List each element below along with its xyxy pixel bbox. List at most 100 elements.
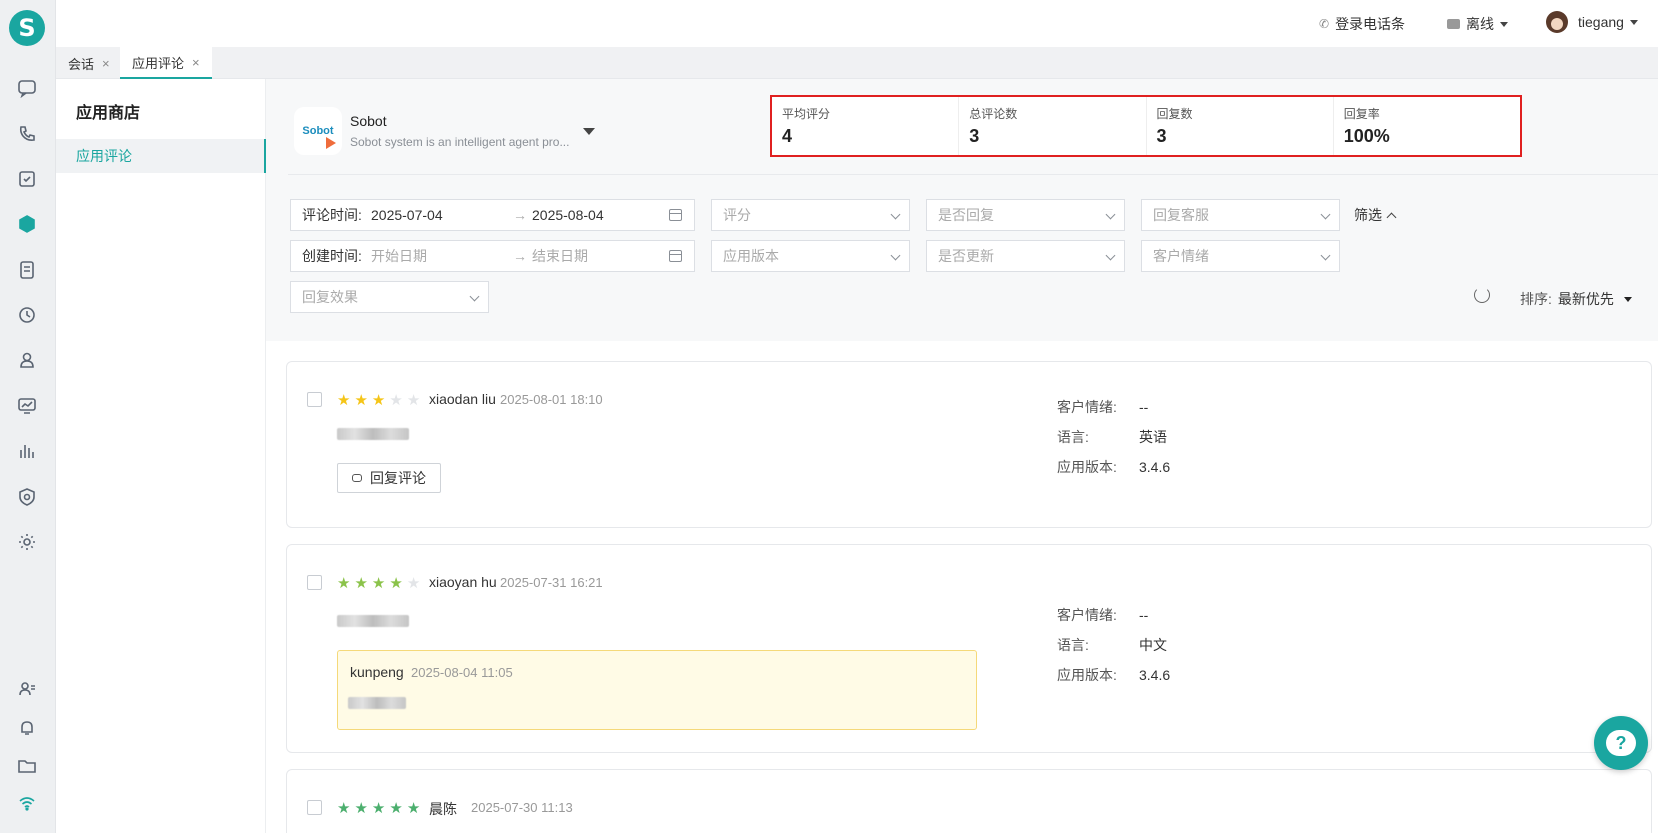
brand-logo-icon[interactable]: S [9,10,45,46]
create-time-range[interactable]: 创建时间: 开始日期 → 结束日期 [290,240,695,272]
status-chat-icon [1447,19,1460,29]
status-dropdown[interactable]: 离线 [1447,14,1508,34]
star-filled-icon: ★ [406,800,421,817]
review-time: 2025-08-01 18:10 [500,392,603,407]
star-filled-icon: ★ [337,392,351,409]
phone-login-button[interactable]: ✆ 登录电话条 [1319,14,1405,34]
tab-app-reviews[interactable]: 应用评论 × [120,47,212,79]
app-logo: Sobot [294,107,342,155]
review-time: 2025-07-31 16:21 [500,575,603,590]
app-description: Sobot system is an intelligent agent pro… [350,135,570,149]
refresh-icon[interactable] [1474,287,1490,303]
chevron-down-icon [1500,21,1508,27]
review-end-date[interactable]: 2025-08-04 [532,207,604,223]
play-store-icon [326,137,336,149]
sentiment-value: -- [1139,607,1149,623]
calendar-icon [669,250,682,262]
app-dropdown-icon[interactable] [583,127,596,135]
phone-login-label: 登录电话条 [1335,16,1406,32]
star-rating: ★ ★ ★ ★ ★ [337,393,420,408]
reply-time: 2025-08-04 11:05 [411,665,513,680]
report-icon[interactable] [15,439,39,463]
agent-status-icon[interactable] [15,677,39,701]
wifi-icon[interactable] [15,791,39,815]
star-filled-icon: ★ [354,575,368,592]
review-meta: 客户情绪: -- 语言: 中文 应用版本: 3.4.6 [1057,600,1170,690]
stat-label: 回复率 [1343,107,1380,121]
review-checkbox[interactable] [307,392,322,407]
phone-icon[interactable] [15,122,39,146]
star-empty-icon: ★ [406,575,421,592]
version-value: 3.4.6 [1139,667,1171,683]
monitor-icon[interactable] [15,394,39,418]
reply-review-button[interactable]: 回复评论 [337,463,441,493]
chevron-up-icon [1386,212,1397,222]
review-checkbox[interactable] [307,575,322,590]
task-icon[interactable] [15,167,39,191]
tab-label: 应用评论 [132,55,185,71]
version-value: 3.4.6 [1139,459,1171,475]
security-icon[interactable] [15,485,39,509]
chevron-down-icon [1320,250,1331,261]
bell-icon[interactable] [15,716,39,740]
app-selector[interactable]: Sobot Sobot Sobot system is an intellige… [294,107,596,155]
filter-toggle[interactable]: 筛选 [1354,205,1397,225]
history-icon[interactable] [15,303,39,327]
avatar [1546,11,1568,33]
stat-reply-count: 回复数 3 [1147,97,1334,155]
review-start-date[interactable]: 2025-07-04 [371,207,443,223]
reply-agent-select[interactable]: 回复客服 [1141,199,1340,231]
customer-icon[interactable] [15,348,39,372]
review-time: 2025-07-30 11:13 [471,800,573,815]
replied-select[interactable]: 是否回复 [926,199,1125,231]
review-checkbox[interactable] [307,800,322,815]
help-button[interactable]: ? [1594,716,1648,770]
star-rating: ★ ★ ★ ★ ★ [337,801,420,816]
chevron-down-icon [1105,250,1116,261]
sort-label: 排序: [1520,291,1552,307]
create-start-date[interactable]: 开始日期 [371,246,427,266]
chevron-down-icon [890,209,901,220]
star-filled-icon: ★ [337,800,351,817]
app-review-icon[interactable] [15,212,39,236]
reviewer-name: xiaoyan hu [429,574,497,590]
create-end-date[interactable]: 结束日期 [532,246,588,266]
star-filled-icon: ★ [389,800,403,817]
close-icon[interactable]: × [192,55,200,70]
reply-effect-select[interactable]: 回复效果 [290,281,489,313]
rating-select[interactable]: 评分 [711,199,910,231]
stats-panel: 平均评分 4 总评论数 3 回复数 3 回复率 100% [770,95,1522,157]
stat-total-reviews: 总评论数 3 [959,97,1147,155]
app-version-select[interactable]: 应用版本 [711,240,910,272]
stat-label: 回复数 [1156,107,1193,121]
sort-value: 最新优先 [1557,291,1614,307]
sentiment-select[interactable]: 客户情绪 [1141,240,1340,272]
agent-reply: kunpeng 2025-08-04 11:05 [337,650,977,730]
chevron-down-icon [890,250,901,261]
sort-dropdown[interactable]: 排序: 最新优先 [1520,289,1632,309]
app-name: Sobot [350,113,387,129]
sentiment-label: 客户情绪: [1057,399,1117,415]
language-label: 语言: [1057,637,1089,653]
document-icon[interactable] [15,258,39,282]
stat-value: 100% [1343,126,1390,146]
updated-placeholder: 是否更新 [938,248,994,264]
replied-placeholder: 是否回复 [938,207,994,223]
review-time-range[interactable]: 评论时间: 2025-07-04 → 2025-08-04 [290,199,695,231]
star-filled-icon: ★ [371,575,386,592]
tab-chat[interactable]: 会话 × [56,47,122,79]
close-icon[interactable]: × [102,56,110,71]
updated-select[interactable]: 是否更新 [926,240,1125,272]
reviewer-name: xiaodan liu [429,391,496,407]
user-menu[interactable]: tiegang [1546,11,1638,33]
version-label: 应用版本: [1057,459,1117,475]
settings-icon[interactable] [15,530,39,554]
sidebar-item-app-reviews[interactable]: 应用评论 [56,139,266,173]
folder-icon[interactable] [15,754,39,778]
review-time-label: 评论时间: [302,207,362,223]
sentiment-placeholder: 客户情绪 [1153,248,1209,264]
tab-strip: 会话 × 应用评论 × [56,47,1658,79]
filter-panel: Sobot Sobot Sobot system is an intellige… [266,79,1658,341]
chat-icon[interactable] [15,76,39,100]
calendar-icon [669,209,682,221]
